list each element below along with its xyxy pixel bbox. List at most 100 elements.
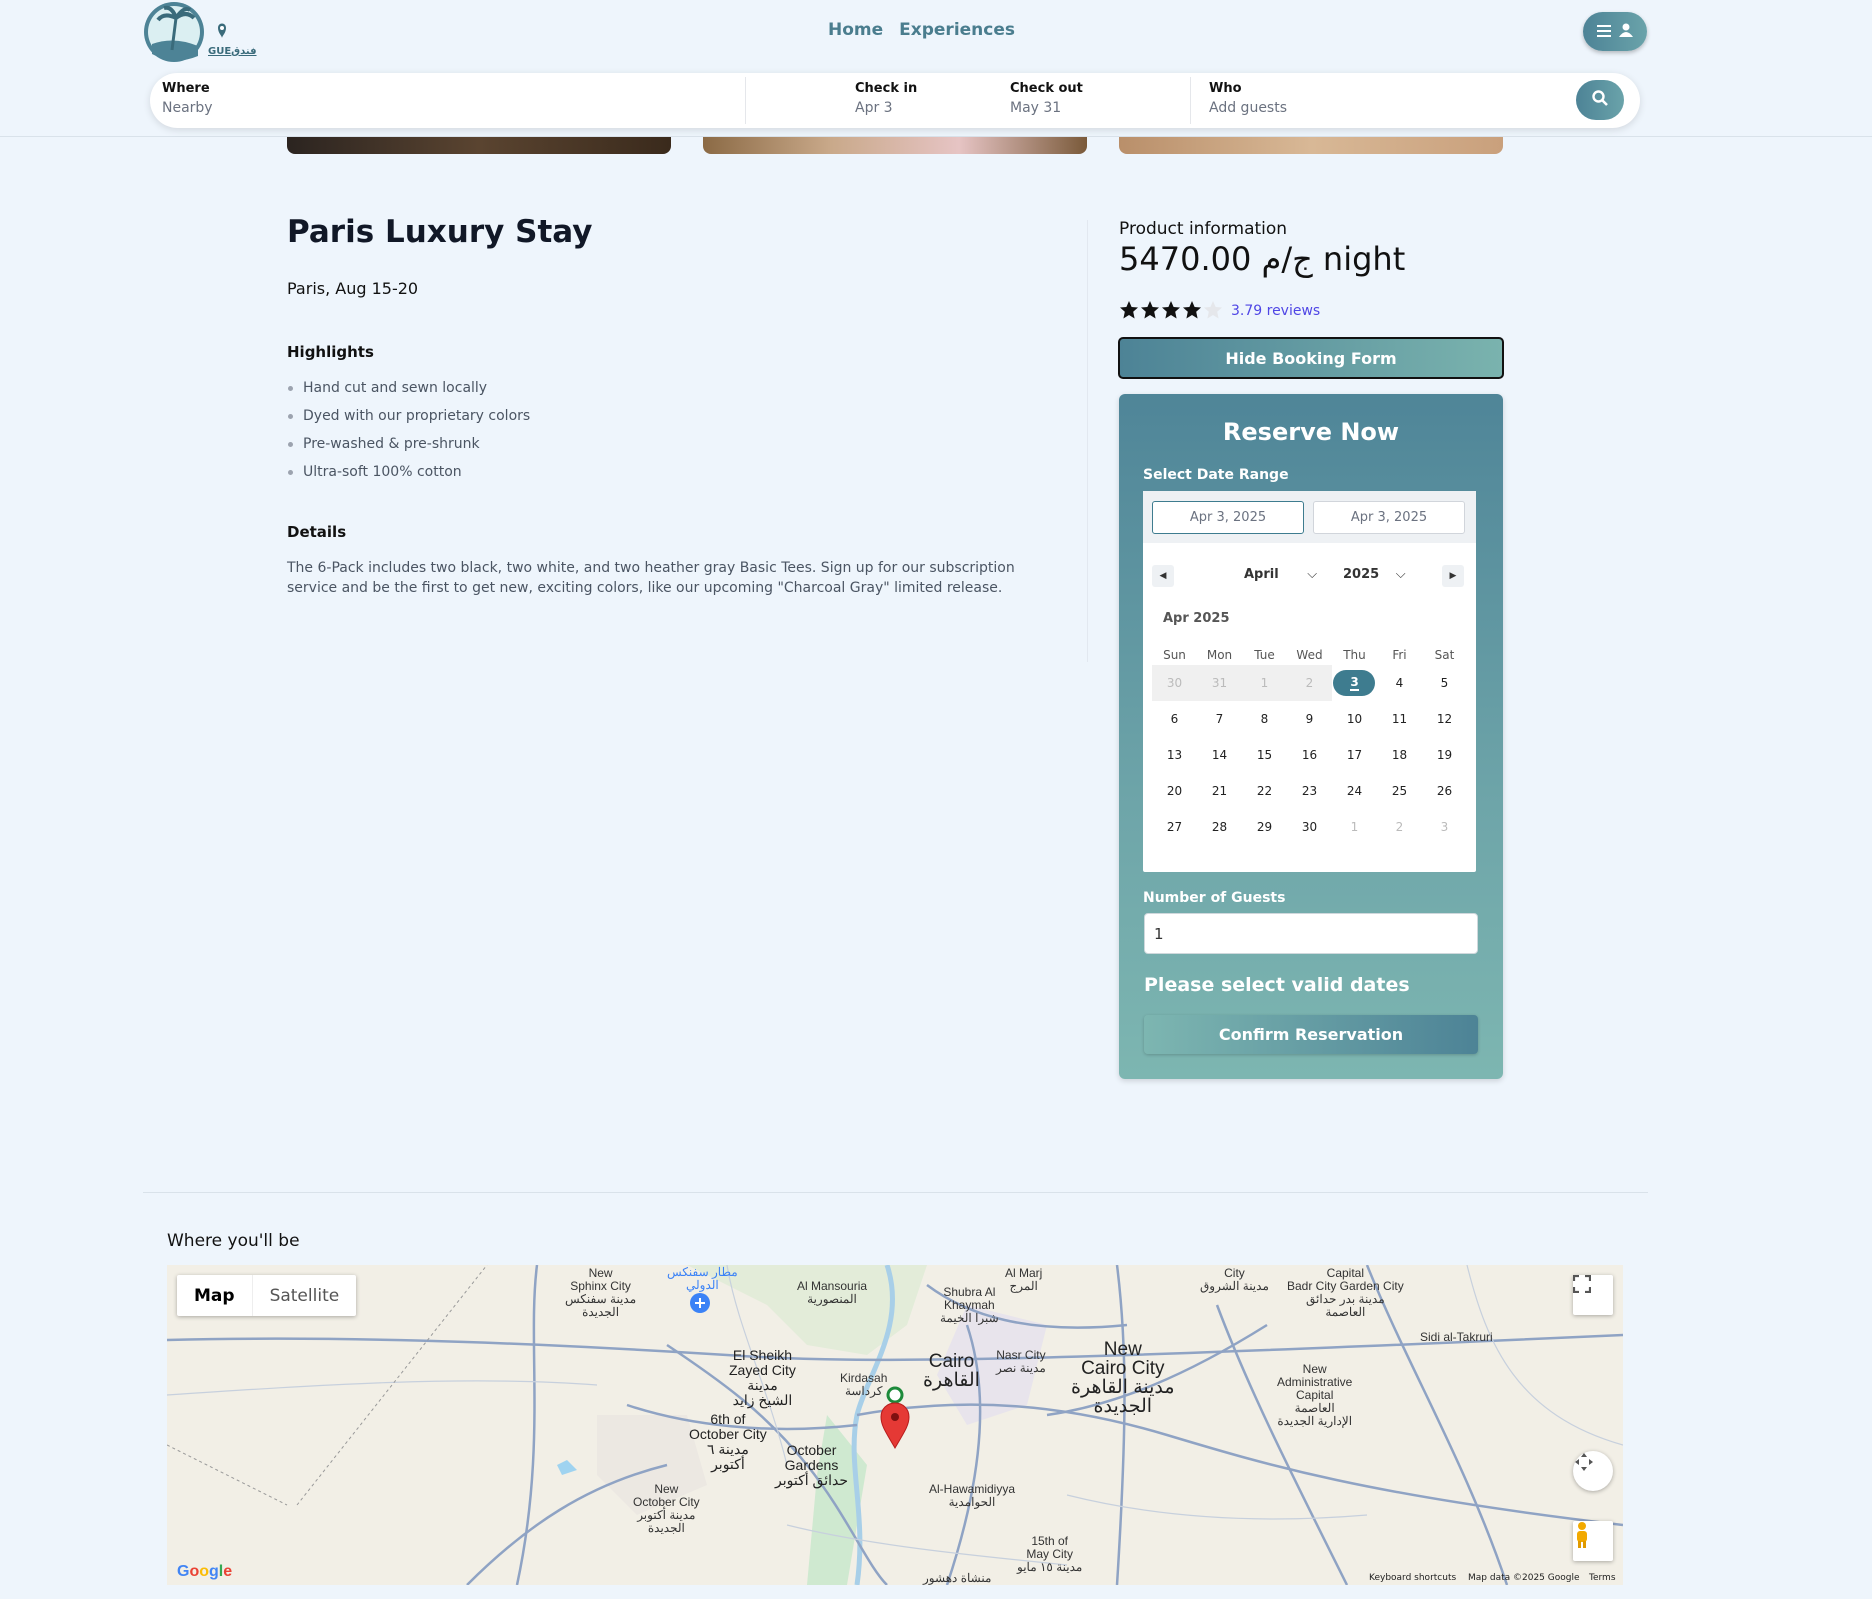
terms-link[interactable]: Terms [1589, 1573, 1616, 1583]
calendar-day[interactable]: 29 [1242, 809, 1287, 845]
star-icon [1140, 300, 1160, 324]
calendar-day[interactable]: 11 [1377, 701, 1422, 737]
calendar-day[interactable]: 5 [1422, 665, 1467, 701]
who-field[interactable]: Who Add guests [1209, 81, 1287, 116]
map-type-map-button[interactable]: Map [177, 1275, 253, 1316]
search-button[interactable] [1576, 80, 1624, 120]
weekday-label: Wed [1296, 648, 1323, 662]
calendar-week: 27 28 29 30 1 2 3 [1152, 809, 1467, 845]
map-type-satellite-button[interactable]: Satellite [253, 1275, 357, 1316]
checkin-label: Check in [855, 81, 918, 96]
calendar-grid: Sun Mon Tue Wed Thu Fri Sat 30 31 1 2 3 … [1152, 645, 1467, 845]
calendar-day[interactable]: 8 [1242, 701, 1287, 737]
calendar-day[interactable]: 30 [1287, 809, 1332, 845]
gallery-image-3[interactable] [1119, 137, 1503, 154]
month-value: April [1244, 567, 1279, 582]
checkout-field[interactable]: Check out May 31 [1010, 81, 1083, 116]
calendar-day[interactable]: 2 [1377, 809, 1422, 845]
prev-month-button[interactable]: ◀ [1152, 565, 1174, 587]
keyboard-shortcuts-link[interactable]: Keyboard shortcuts [1369, 1573, 1456, 1583]
calendar-day[interactable]: 14 [1197, 737, 1242, 773]
calendar-day[interactable]: 19 [1422, 737, 1467, 773]
calendar-day[interactable]: 22 [1242, 773, 1287, 809]
map-label: Al Marj المرج [1005, 1266, 1043, 1293]
end-date-input[interactable]: Apr 3, 2025 [1313, 501, 1465, 534]
list-item: Pre-washed & pre-shrunk [287, 434, 530, 462]
search-divider [745, 77, 746, 124]
calendar-day[interactable]: 4 [1377, 665, 1422, 701]
calendar-day[interactable]: 1 [1332, 809, 1377, 845]
calendar-day[interactable]: 24 [1332, 773, 1377, 809]
map-view[interactable]: New Sphinx City مدينة سفنكس الجديدة مطار… [167, 1265, 1623, 1585]
calendar-day[interactable]: 2 [1287, 665, 1332, 701]
street-view-button[interactable] [1573, 1521, 1613, 1561]
calendar-day[interactable]: 21 [1197, 773, 1242, 809]
map-label: منشاة دهشور [923, 1571, 992, 1585]
confirm-reservation-button[interactable]: Confirm Reservation [1144, 1015, 1478, 1054]
guests-input[interactable]: 1 [1144, 913, 1478, 954]
site-logo[interactable]: GUEفندق [142, 0, 257, 66]
calendar-day[interactable]: 28 [1197, 809, 1242, 845]
map-label: 6th of October City مدينة ٦ أكتوبر [689, 1411, 767, 1472]
section-divider [143, 1192, 1648, 1193]
calendar-day[interactable]: 9 [1287, 701, 1332, 737]
calendar-day[interactable]: 12 [1422, 701, 1467, 737]
where-field[interactable]: Where Nearby [162, 81, 213, 116]
hide-booking-form-button[interactable]: Hide Booking Form [1118, 337, 1504, 379]
highlights-list: Hand cut and sewn locally Dyed with our … [287, 378, 530, 490]
nav-home[interactable]: Home [828, 20, 883, 40]
highlights-heading: Highlights [287, 343, 374, 361]
map-label: New Administrative Capital العاصمة الإدا… [1277, 1362, 1353, 1428]
price: 5470.00 ج/م night [1119, 240, 1406, 278]
gallery-image-2[interactable] [703, 137, 1087, 154]
map-label: El Sheikh Zayed City مدينة الشيخ زايد [729, 1347, 796, 1408]
list-item: Hand cut and sewn locally [287, 378, 530, 406]
map-label: 15th of May City مدينة ١٥ مايو [1017, 1534, 1083, 1574]
guests-label: Number of Guests [1143, 890, 1286, 906]
nav-experiences[interactable]: Experiences [899, 20, 1015, 40]
month-select[interactable]: April ⌵ [1244, 567, 1317, 582]
calendar-day[interactable]: 26 [1422, 773, 1467, 809]
calendar-day[interactable]: 27 [1152, 809, 1197, 845]
fullscreen-button[interactable] [1573, 1275, 1613, 1315]
details-text: The 6-Pack includes two black, two white… [287, 560, 1015, 596]
who-label: Who [1209, 81, 1242, 96]
calendar-day[interactable]: 15 [1242, 737, 1287, 773]
start-date-input[interactable]: Apr 3, 2025 [1152, 501, 1304, 534]
calendar-day[interactable]: 18 [1377, 737, 1422, 773]
reviews-link[interactable]: 3.79 reviews [1231, 303, 1320, 319]
calendar-day[interactable]: 16 [1287, 737, 1332, 773]
calendar-week: 6 7 8 9 10 11 12 [1152, 701, 1467, 737]
calendar-day[interactable]: 1 [1242, 665, 1287, 701]
gallery-image-1[interactable] [287, 137, 671, 154]
map-label: Kirdasah كرداسة [840, 1371, 888, 1398]
map-section-title: Where you'll be [167, 1231, 300, 1251]
calendar-day[interactable]: 6 [1152, 701, 1197, 737]
user-icon [1619, 22, 1633, 41]
calendar-day[interactable]: 23 [1287, 773, 1332, 809]
calendar-day[interactable]: 17 [1332, 737, 1377, 773]
chevron-down-icon: ⌵ [1395, 567, 1406, 582]
year-select[interactable]: 2025 ⌵ [1343, 567, 1406, 582]
user-menu-button[interactable] [1583, 12, 1647, 51]
calendar-day[interactable]: 7 [1197, 701, 1242, 737]
next-month-button[interactable]: ▶ [1442, 565, 1464, 587]
triangle-right-icon: ▶ [1449, 571, 1457, 581]
calendar-day[interactable]: 20 [1152, 773, 1197, 809]
calendar-day[interactable]: 10 [1332, 701, 1377, 737]
calendar-day[interactable]: 31 [1197, 665, 1242, 701]
weekday-label: Fri [1392, 648, 1407, 662]
calendar-day[interactable]: 3 [1422, 809, 1467, 845]
map-label: Shubra Al Khaymah شبرا الخيمة [940, 1285, 999, 1325]
logo-text: GUEفندق [208, 46, 257, 57]
calendar-day[interactable]: 30 [1152, 665, 1197, 701]
camera-control-button[interactable] [1573, 1451, 1613, 1491]
chevron-down-icon: ⌵ [1307, 567, 1318, 582]
checkin-field[interactable]: Check in Apr 3 [855, 81, 917, 116]
calendar-day[interactable]: 13 [1152, 737, 1197, 773]
checkin-value: Apr 3 [855, 100, 893, 116]
map-label: Al-Hawamidiyya الحوامدية [929, 1482, 1016, 1509]
calendar-day-selected[interactable]: 3 [1332, 665, 1377, 701]
weekday-label: Thu [1343, 648, 1366, 662]
calendar-day[interactable]: 25 [1377, 773, 1422, 809]
